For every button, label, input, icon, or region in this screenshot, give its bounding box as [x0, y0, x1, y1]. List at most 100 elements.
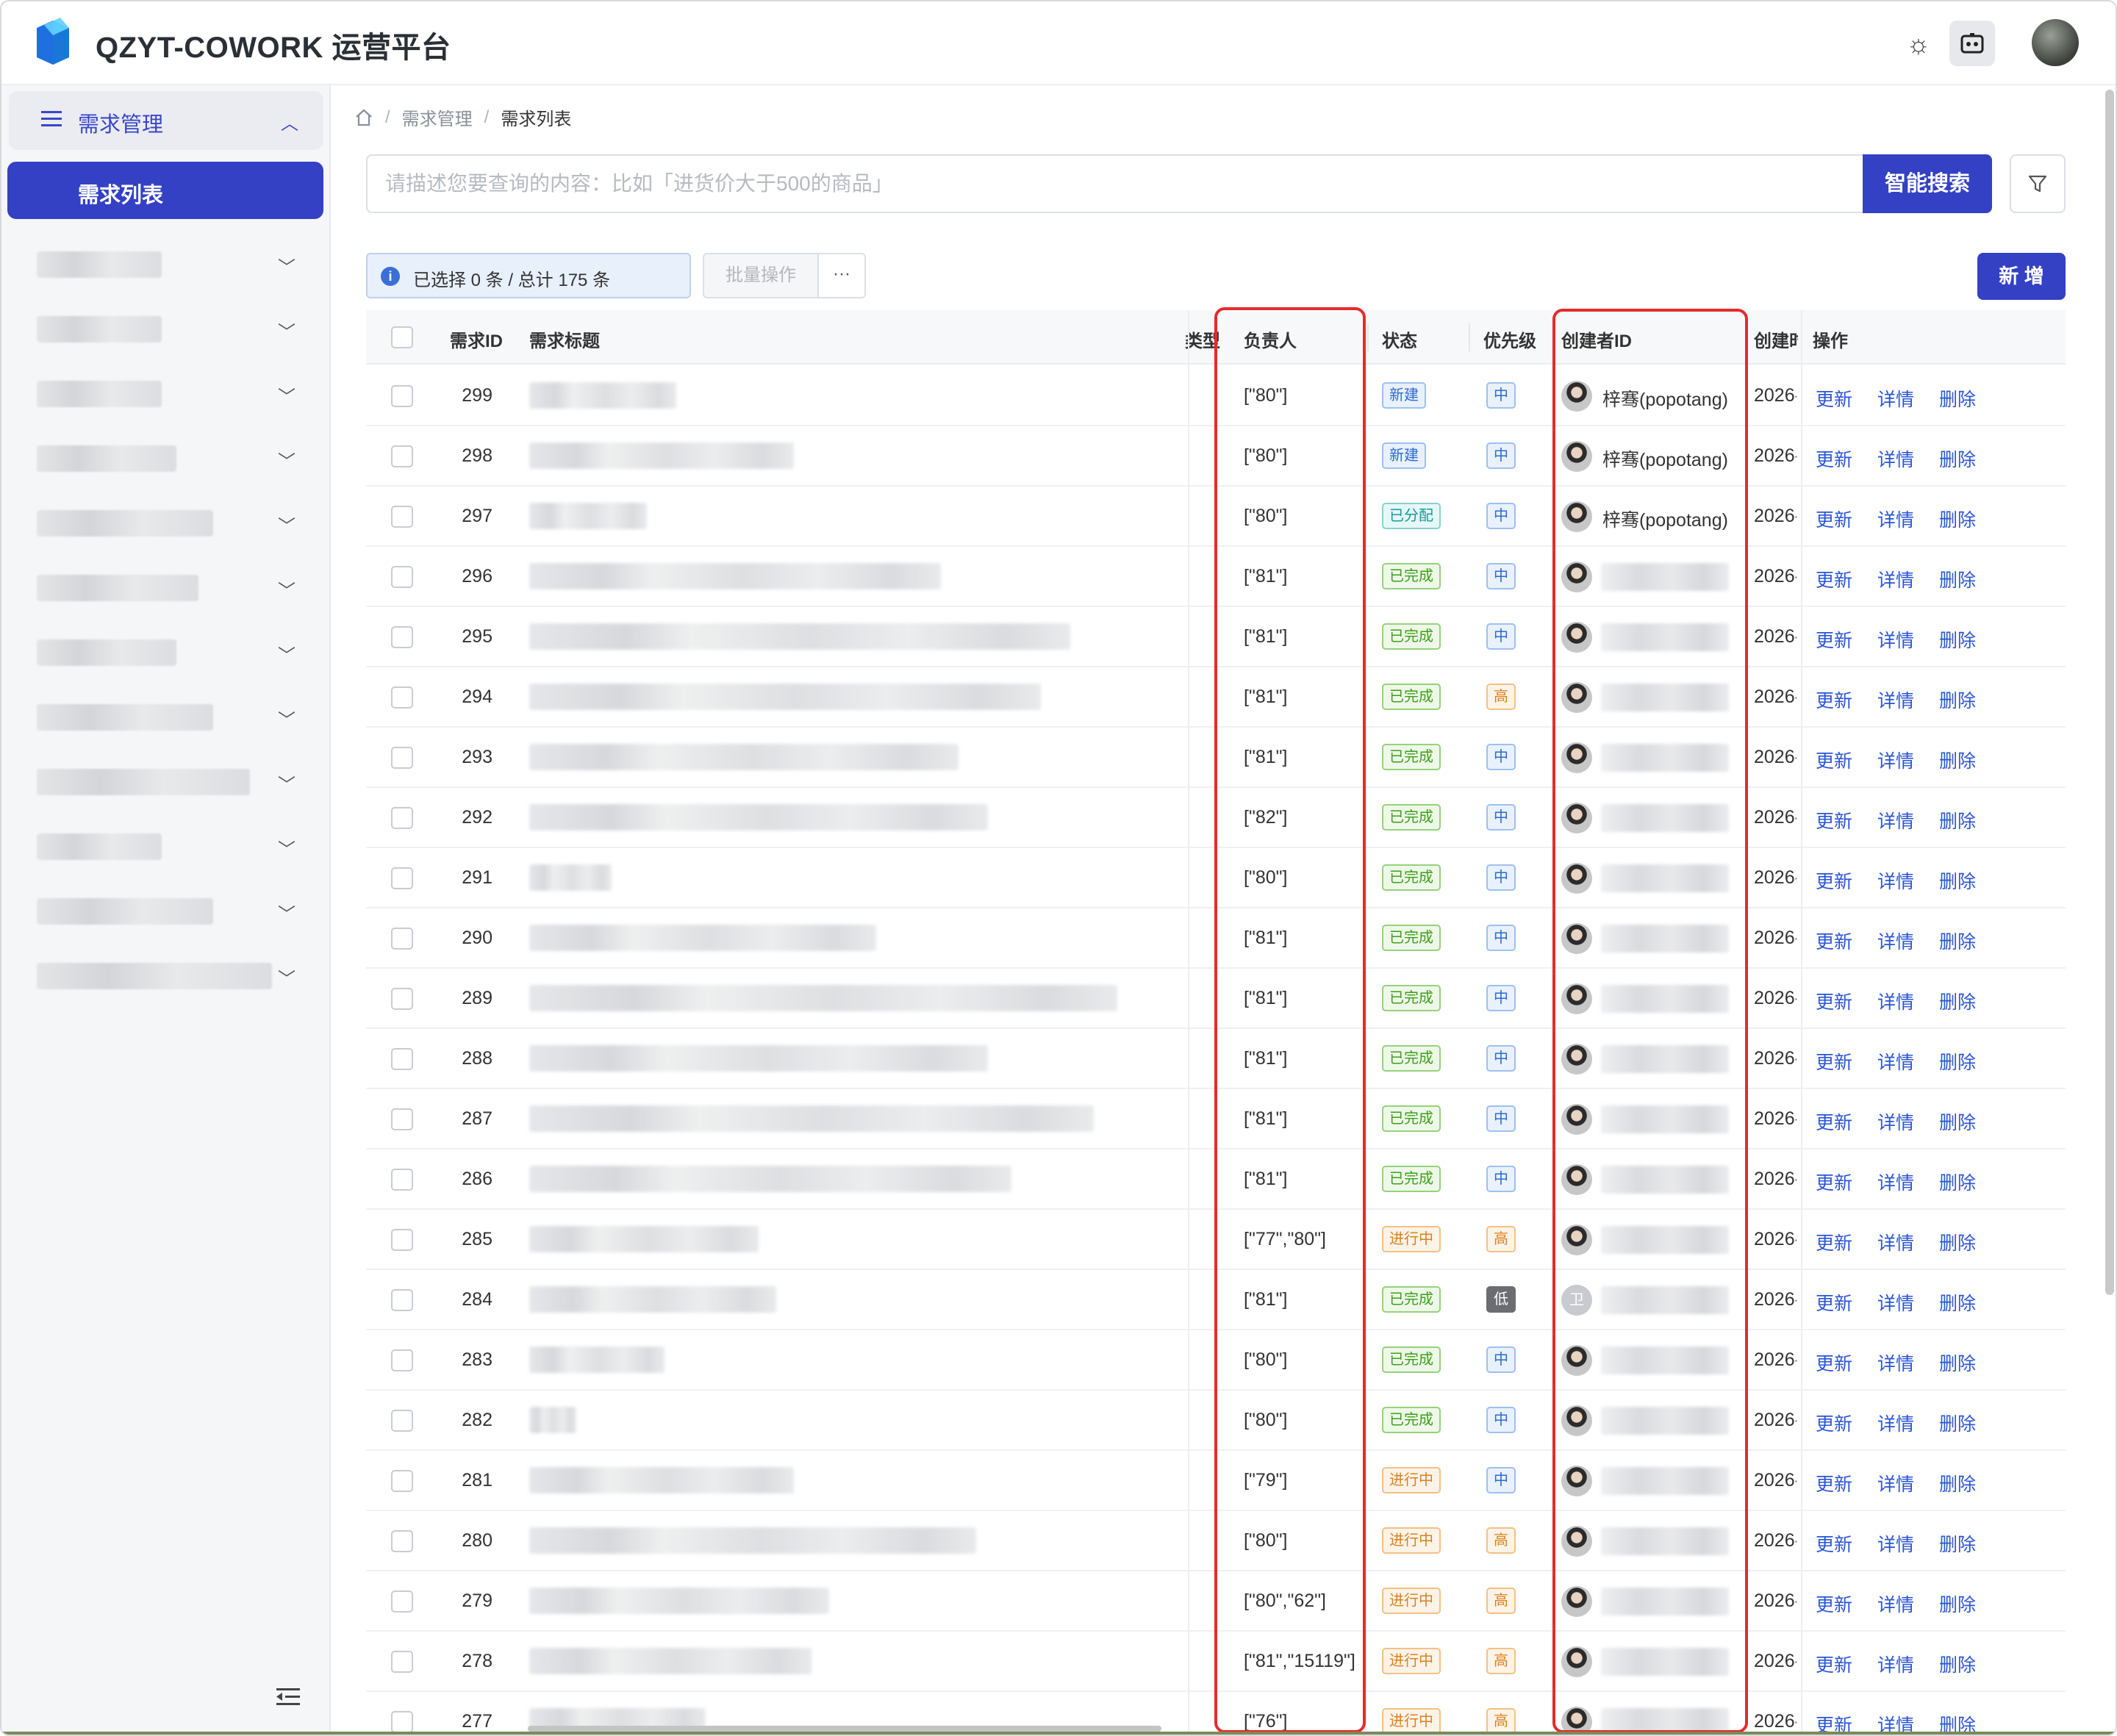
home-icon[interactable] — [354, 109, 373, 126]
row-checkbox[interactable] — [391, 867, 413, 889]
row-checkbox[interactable] — [391, 1229, 413, 1251]
row-checkbox[interactable] — [391, 385, 413, 407]
col-header-owner[interactable]: 负责人 — [1244, 326, 1297, 352]
row-checkbox[interactable] — [391, 1530, 413, 1552]
row-title-blurred[interactable] — [529, 744, 959, 770]
sidebar-item-collapsed-group[interactable]: ﹀ — [31, 507, 295, 537]
delete-link[interactable]: 删除 — [1939, 1289, 1976, 1316]
collapse-sidebar-icon[interactable] — [276, 1687, 300, 1707]
table-row[interactable]: 294 ["81"] 已完成 高 2026- 更新 详情 删除 — [366, 667, 2066, 728]
delete-link[interactable]: 删除 — [1939, 626, 1976, 653]
row-checkbox[interactable] — [391, 1410, 413, 1432]
col-header-type[interactable]: 类型 — [1185, 326, 1220, 352]
update-link[interactable]: 更新 — [1816, 626, 1852, 653]
row-title-blurred[interactable] — [529, 684, 1041, 710]
row-title-blurred[interactable] — [529, 563, 941, 589]
row-title-blurred[interactable] — [529, 804, 988, 831]
row-checkbox[interactable] — [391, 506, 413, 528]
table-row[interactable]: 278 ["81","15119"] 进行中 高 2026- 更新 详情 删除 — [366, 1632, 2066, 1692]
row-title-blurred[interactable] — [529, 1467, 794, 1493]
horizontal-scrollbar[interactable] — [528, 1726, 1161, 1732]
update-link[interactable]: 更新 — [1816, 867, 1852, 894]
detail-link[interactable]: 详情 — [1877, 385, 1914, 412]
table-row[interactable]: 292 ["82"] 已完成 中 2026- 更新 详情 删除 — [366, 788, 2066, 848]
detail-link[interactable]: 详情 — [1877, 988, 1914, 1014]
sidebar-item-collapsed-group[interactable]: ﹀ — [31, 442, 295, 472]
update-link[interactable]: 更新 — [1816, 747, 1852, 773]
update-link[interactable]: 更新 — [1816, 1169, 1852, 1195]
delete-link[interactable]: 删除 — [1939, 1169, 1976, 1195]
row-title-blurred[interactable] — [529, 382, 676, 409]
update-link[interactable]: 更新 — [1816, 928, 1852, 954]
detail-link[interactable]: 详情 — [1877, 445, 1914, 472]
detail-link[interactable]: 详情 — [1877, 928, 1914, 954]
detail-link[interactable]: 详情 — [1877, 1289, 1914, 1316]
col-header-creator[interactable]: 创建者ID — [1561, 326, 1632, 352]
update-link[interactable]: 更新 — [1816, 1349, 1852, 1376]
search-input[interactable] — [385, 168, 1782, 200]
row-checkbox[interactable] — [391, 1048, 413, 1070]
sidebar-item-collapsed-group[interactable]: ﹀ — [31, 831, 295, 860]
update-link[interactable]: 更新 — [1816, 445, 1852, 472]
detail-link[interactable]: 详情 — [1877, 686, 1914, 713]
detail-link[interactable]: 详情 — [1877, 747, 1914, 773]
delete-link[interactable]: 删除 — [1939, 445, 1976, 472]
update-link[interactable]: 更新 — [1816, 506, 1852, 532]
row-checkbox[interactable] — [391, 1651, 413, 1673]
row-checkbox[interactable] — [391, 1289, 413, 1311]
delete-link[interactable]: 删除 — [1939, 566, 1976, 592]
table-row[interactable]: 286 ["81"] 已完成 中 2026- 更新 详情 删除 — [366, 1149, 2066, 1210]
row-title-blurred[interactable] — [529, 1527, 976, 1554]
row-checkbox[interactable] — [391, 747, 413, 769]
sidebar-item-collapsed-group[interactable]: ﹀ — [31, 636, 295, 666]
update-link[interactable]: 更新 — [1816, 566, 1852, 592]
row-title-blurred[interactable] — [529, 503, 647, 529]
delete-link[interactable]: 删除 — [1939, 1108, 1976, 1135]
delete-link[interactable]: 删除 — [1939, 385, 1976, 412]
table-row[interactable]: 288 ["81"] 已完成 中 2026- 更新 详情 删除 — [366, 1029, 2066, 1089]
table-row[interactable]: 296 ["81"] 已完成 中 2026- 更新 详情 删除 — [366, 547, 2066, 607]
delete-link[interactable]: 删除 — [1939, 1048, 1976, 1075]
table-row[interactable]: 298 ["80"] 新建 中 梓骞(popotang) 2026- 更新 详情 删除 — [366, 426, 2066, 487]
row-checkbox[interactable] — [391, 566, 413, 588]
detail-link[interactable]: 详情 — [1877, 807, 1914, 833]
table-row[interactable]: 299 ["80"] 新建 中 梓骞(popotang) 2026- 更新 详情 删除 — [366, 366, 2066, 426]
row-checkbox[interactable] — [391, 1169, 413, 1191]
more-actions-button[interactable]: ··· — [817, 253, 866, 298]
detail-link[interactable]: 详情 — [1877, 1048, 1914, 1075]
row-checkbox[interactable] — [391, 1711, 413, 1733]
row-title-blurred[interactable] — [529, 623, 1070, 650]
update-link[interactable]: 更新 — [1816, 686, 1852, 713]
delete-link[interactable]: 删除 — [1939, 747, 1976, 773]
table-row[interactable]: 279 ["80","62"] 进行中 高 2026- 更新 详情 删除 — [366, 1571, 2066, 1632]
delete-link[interactable]: 删除 — [1939, 686, 1976, 713]
ai-assistant-icon[interactable] — [1949, 21, 1995, 66]
col-header-priority[interactable]: 优先级 — [1483, 326, 1536, 352]
table-row[interactable]: 284 ["81"] 已完成 低 卫 2026- 更新 详情 删除 — [366, 1270, 2066, 1330]
detail-link[interactable]: 详情 — [1877, 1590, 1914, 1617]
detail-link[interactable]: 详情 — [1877, 1530, 1914, 1557]
detail-link[interactable]: 详情 — [1877, 566, 1914, 592]
sidebar-item-collapsed-group[interactable]: ﹀ — [31, 378, 295, 407]
delete-link[interactable]: 删除 — [1939, 928, 1976, 954]
row-checkbox[interactable] — [391, 445, 413, 467]
row-title-blurred[interactable] — [529, 1346, 665, 1373]
detail-link[interactable]: 详情 — [1877, 506, 1914, 532]
row-checkbox[interactable] — [391, 1470, 413, 1492]
table-row[interactable]: 289 ["81"] 已完成 中 2026- 更新 详情 删除 — [366, 969, 2066, 1029]
update-link[interactable]: 更新 — [1816, 1229, 1852, 1255]
sidebar-item-collapsed-group[interactable]: ﹀ — [31, 895, 295, 925]
table-row[interactable]: 295 ["81"] 已完成 中 2026- 更新 详情 删除 — [366, 607, 2066, 667]
breadcrumb-level1[interactable]: 需求管理 — [402, 104, 473, 130]
row-title-blurred[interactable] — [529, 1286, 776, 1313]
row-title-blurred[interactable] — [529, 442, 794, 469]
col-header-title[interactable]: 需求标题 — [529, 326, 600, 352]
row-title-blurred[interactable] — [529, 1166, 1011, 1192]
row-checkbox[interactable] — [391, 988, 413, 1010]
row-title-blurred[interactable] — [529, 1105, 1094, 1132]
delete-link[interactable]: 删除 — [1939, 988, 1976, 1014]
col-header-id[interactable]: 需求ID — [450, 326, 503, 352]
row-title-blurred[interactable] — [529, 1407, 576, 1433]
row-checkbox[interactable] — [391, 928, 413, 950]
user-avatar[interactable] — [2032, 19, 2079, 66]
